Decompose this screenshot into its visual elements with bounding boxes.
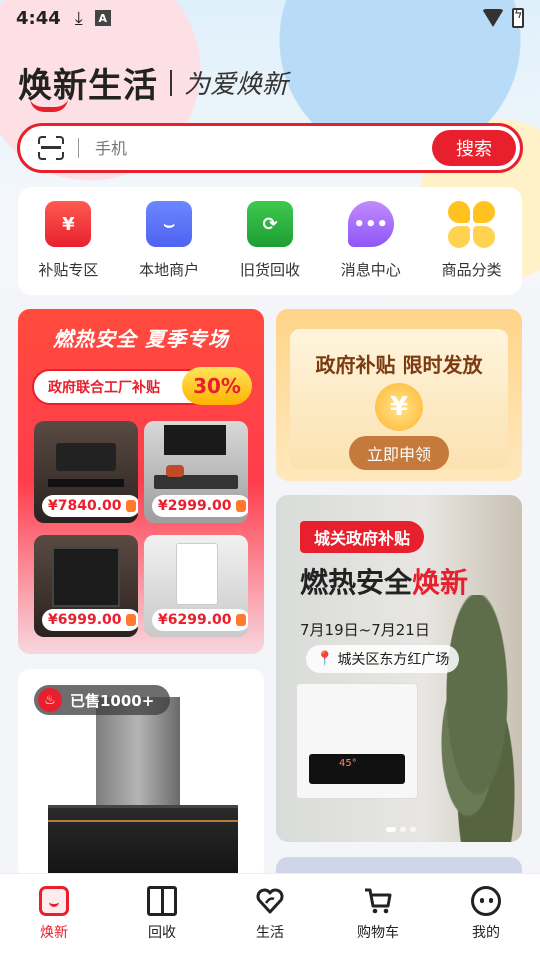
promo-tag: 城关政府补贴 bbox=[300, 521, 425, 553]
promo-subsidy-banner: 政府联合工厂补贴 30% bbox=[32, 367, 252, 405]
product-tile-water-heater[interactable]: ¥6299.00 bbox=[144, 535, 248, 637]
search-divider bbox=[78, 138, 79, 158]
location-pin-icon: 📍 bbox=[316, 651, 334, 667]
water-heater-image: 45° bbox=[296, 683, 418, 799]
promo-percent-badge: 30% bbox=[182, 367, 252, 405]
quick-entry-subsidy[interactable]: ¥ 补贴专区 bbox=[18, 201, 118, 295]
search-button[interactable]: 搜索 bbox=[432, 130, 516, 166]
heart-leaf-icon bbox=[255, 886, 285, 916]
product-tile-hood-stove[interactable]: ¥2999.00 bbox=[144, 421, 248, 523]
promo-title: 燃热安全焕新 bbox=[300, 561, 468, 601]
promo-title-part2: 焕新 bbox=[412, 566, 469, 599]
status-time: 4:44 bbox=[16, 7, 61, 29]
brand-logo: 焕新生活 为爱焕新 bbox=[18, 58, 289, 112]
nav-life[interactable]: 生活 bbox=[225, 886, 315, 960]
range-hood-body-image bbox=[48, 805, 238, 879]
promo-summer-safety[interactable]: 燃热安全 夏季专场 政府联合工厂补贴 30% ¥7840.00 ¥2999.00… bbox=[18, 309, 264, 654]
nav-label: 生活 bbox=[256, 925, 284, 941]
heater-display: 45° bbox=[309, 754, 405, 784]
quick-entry-label: 消息中心 bbox=[340, 261, 401, 279]
product-price: ¥6299.00 bbox=[152, 609, 248, 631]
product-price: ¥6999.00 bbox=[42, 609, 138, 631]
quick-entry-label: 商品分类 bbox=[441, 261, 502, 279]
promo-title-part1: 燃热安全 bbox=[300, 566, 413, 599]
promo-chengguan-event[interactable]: 城关政府补贴 燃热安全焕新 7月19日~7月21日 📍 城关区东方红广场 45° bbox=[276, 495, 522, 842]
plant-decoration bbox=[432, 595, 522, 842]
search-bar: 搜索 bbox=[17, 123, 523, 173]
quick-entry-local-merchants[interactable]: ⌣ 本地商户 bbox=[119, 201, 219, 295]
quick-entry-categories[interactable]: 商品分类 bbox=[422, 200, 522, 295]
nav-profile[interactable]: 我的 bbox=[441, 886, 531, 960]
promo-banner-text: 政府联合工厂补贴 bbox=[48, 380, 160, 396]
quick-entry-messages[interactable]: ••• 消息中心 bbox=[321, 201, 421, 295]
sold-count-badge: ♨ 已售1000+ bbox=[34, 685, 171, 715]
red-envelope-icon: ¥ bbox=[45, 201, 92, 247]
sold-count-text: 已售1000+ bbox=[70, 691, 155, 710]
event-location: 📍 城关区东方红广场 bbox=[306, 645, 460, 673]
product-tile-oven[interactable]: ¥6999.00 bbox=[34, 535, 138, 637]
battery-charging-icon bbox=[512, 7, 524, 28]
claim-now-button[interactable]: 立即申领 bbox=[349, 436, 449, 470]
nav-recycle[interactable]: 回收 bbox=[117, 886, 207, 960]
brand-slogan: 为爱焕新 bbox=[184, 70, 289, 100]
yen-coin-icon: ¥ bbox=[375, 383, 423, 431]
scan-icon[interactable] bbox=[38, 136, 64, 160]
home-smile-icon bbox=[39, 886, 69, 916]
fire-icon: ♨ bbox=[38, 688, 62, 712]
nav-home[interactable]: 焕新 bbox=[9, 886, 99, 960]
recycle-box-icon: ⟳ bbox=[246, 201, 293, 247]
product-price: ¥7840.00 bbox=[42, 495, 138, 517]
download-icon: ⤓ bbox=[74, 7, 83, 29]
nav-label: 回收 bbox=[148, 925, 176, 941]
event-location-text: 城关区东方红广场 bbox=[337, 652, 450, 668]
bottom-navigation: 焕新 回收 生活 购物车 我的 bbox=[0, 873, 540, 960]
promo-title: 燃热安全 夏季专场 bbox=[53, 327, 229, 351]
search-input[interactable] bbox=[95, 138, 432, 158]
status-bar: 4:44 ⤓ A bbox=[0, 0, 540, 36]
cart-icon bbox=[363, 886, 393, 916]
quick-entry-label: 旧货回收 bbox=[239, 261, 300, 279]
quick-entry-label: 本地商户 bbox=[139, 261, 200, 279]
profile-face-icon bbox=[471, 886, 501, 916]
clover-category-icon bbox=[448, 200, 496, 248]
promo-gov-subsidy[interactable]: 政府补贴 限时发放 ¥ 立即申领 bbox=[276, 309, 522, 481]
carousel-indicator bbox=[386, 827, 416, 832]
nav-label: 购物车 bbox=[357, 925, 399, 941]
store-smile-icon: ⌣ bbox=[146, 201, 193, 247]
quick-entry-panel: ¥ 补贴专区 ⌣ 本地商户 ⟳ 旧货回收 ••• 消息中心 商品分类 bbox=[18, 187, 522, 295]
quick-entry-recycle[interactable]: ⟳ 旧货回收 bbox=[220, 201, 320, 295]
product-card-range-hood[interactable]: ♨ 已售1000+ bbox=[18, 669, 264, 879]
brand-divider bbox=[170, 69, 172, 96]
nav-label: 我的 bbox=[472, 925, 500, 941]
wifi-icon bbox=[482, 9, 504, 27]
chat-bubble-icon: ••• bbox=[347, 201, 394, 247]
event-date: 7月19日~7月21日 bbox=[300, 621, 430, 639]
nav-cart[interactable]: 购物车 bbox=[333, 886, 423, 960]
nav-label: 焕新 bbox=[40, 925, 68, 941]
product-price: ¥2999.00 bbox=[152, 495, 248, 517]
book-icon bbox=[147, 886, 177, 916]
quick-entry-label: 补贴专区 bbox=[38, 261, 99, 279]
a-notification-icon: A bbox=[94, 10, 111, 26]
promo-title: 政府补贴 限时发放 bbox=[315, 353, 483, 377]
product-tile-range-hood[interactable]: ¥7840.00 bbox=[34, 421, 138, 523]
